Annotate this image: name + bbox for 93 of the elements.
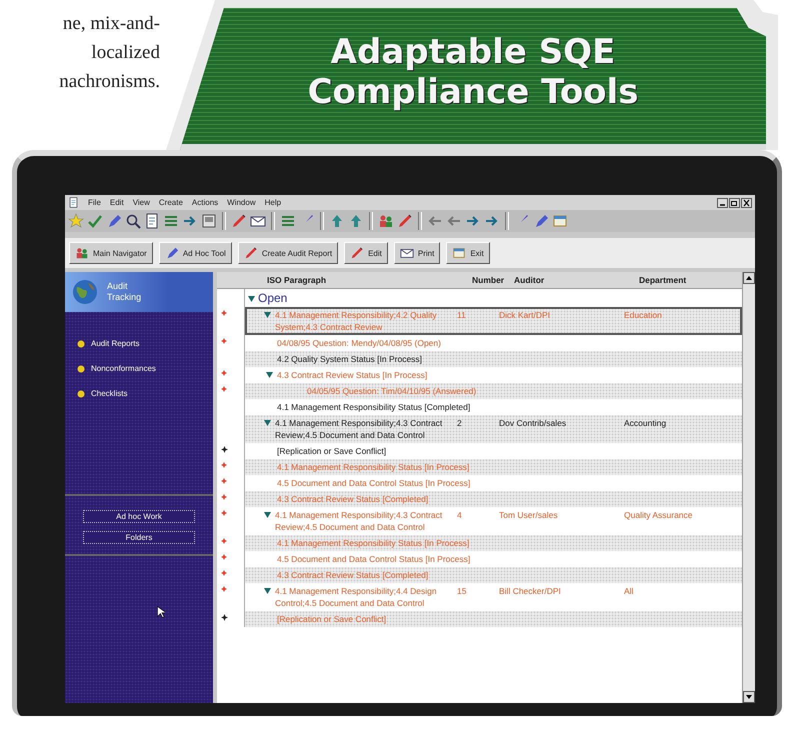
document-icon[interactable] xyxy=(68,197,79,208)
response-entry: 4.3 Contract Review Status [Completed] xyxy=(277,493,428,505)
toolbar-button[interactable]: Main Navigator xyxy=(69,242,153,264)
response-entry: 4.1 Management Responsibility Status [In Process] xyxy=(277,461,470,473)
pencil-icon xyxy=(350,246,364,260)
bullet-icon xyxy=(77,340,85,348)
bullet-icon xyxy=(77,364,85,372)
department-name: Accounting xyxy=(624,417,668,430)
article-text: nachronisms. xyxy=(58,70,160,93)
toolbar-button[interactable]: Ad Hoc Tool xyxy=(158,242,232,264)
scroll-down-icon[interactable] xyxy=(743,691,755,703)
restore-icon[interactable] xyxy=(729,198,740,208)
up-arrow-icon[interactable] xyxy=(348,213,364,229)
people-icon[interactable] xyxy=(378,213,394,229)
nav-item[interactable]: Nonconformances xyxy=(75,363,203,374)
response-entry: 4.5 Document and Data Control Status [In Process] xyxy=(277,477,470,489)
column-header[interactable]: Number xyxy=(472,275,514,285)
toolbar-button[interactable]: Exit xyxy=(446,242,490,264)
pencil-icon xyxy=(244,246,258,260)
bullet-icon xyxy=(77,390,85,398)
column-header[interactable]: ISO Paragraph xyxy=(267,275,472,285)
search-icon[interactable] xyxy=(125,213,141,229)
pen-icon[interactable] xyxy=(533,213,549,229)
menu-item[interactable]: View xyxy=(132,198,150,207)
document-title: 4.1 Management Responsibility;4.4 Design Control;4.5 Document and Data Control xyxy=(274,585,438,609)
pencil-icon[interactable] xyxy=(397,213,413,229)
sidebar-button[interactable]: Ad hoc Work xyxy=(83,510,195,523)
people-icon xyxy=(75,246,89,260)
menu-item[interactable]: Actions xyxy=(192,198,218,207)
expanded-triangle-icon[interactable] xyxy=(265,371,274,379)
document-number: 11 xyxy=(457,309,467,322)
department-name: All xyxy=(624,585,634,598)
department-name: Education xyxy=(624,309,663,322)
expanded-triangle-icon[interactable] xyxy=(263,419,272,427)
star-icon[interactable] xyxy=(68,213,84,229)
menu-item[interactable]: Help xyxy=(264,198,282,207)
expanded-triangle-icon[interactable] xyxy=(263,587,272,595)
auditor-name: Bill Checker/DPI xyxy=(499,585,562,598)
document-number: 4 xyxy=(457,509,463,522)
column-header[interactable]: Department xyxy=(639,275,742,285)
close-icon[interactable] xyxy=(741,198,752,208)
document-title: 4.1 Management Responsibility;4.3 Contract Review;4.5 Document and Data Control xyxy=(274,509,444,533)
nav-item[interactable]: Audit Reports xyxy=(75,338,203,349)
auditor-name: Tom User/sales xyxy=(499,509,559,522)
expanded-triangle-icon[interactable] xyxy=(263,511,272,519)
document-title: 4.1 Management Responsibility;4.3 Contract Review;4.5 Document and Data Control xyxy=(274,417,444,441)
menu-item[interactable]: File xyxy=(88,198,101,207)
toolbar-button[interactable]: Edit xyxy=(344,242,388,264)
response-entry: 04/05/95 Question: Tim/04/10/95 (Answered) xyxy=(307,385,476,397)
document-number: 15 xyxy=(457,585,468,598)
article-text: ne, mix-and- xyxy=(62,12,160,35)
response-entry: 04/08/95 Question: Mendy/04/08/95 (Open) xyxy=(277,337,441,349)
response-entry: 4.2 Quality System Status [In Process] xyxy=(277,353,422,365)
up-arrow-icon[interactable] xyxy=(329,213,345,229)
response-entry: 4.3 Contract Review Status [Completed] xyxy=(277,569,428,581)
response-entry: 4.1 Management Responsibility Status [In Process] xyxy=(277,537,470,549)
auditor-name: Dov Contrib/sales xyxy=(499,417,568,430)
response-entry: [Replication or Save Conflict] xyxy=(277,445,386,457)
menu-item[interactable]: Edit xyxy=(110,198,124,207)
minimize-icon[interactable] xyxy=(717,198,728,208)
window-icon[interactable] xyxy=(552,213,568,229)
toolbar-button[interactable]: Create Audit Report xyxy=(238,242,338,264)
sidebar-button[interactable]: Folders xyxy=(83,531,195,544)
menu-item[interactable]: Create xyxy=(158,198,183,207)
menu-item[interactable]: Window xyxy=(227,198,256,207)
department-name: Quality Assurance xyxy=(624,509,694,522)
expanded-triangle-icon[interactable] xyxy=(263,311,272,319)
checkmark-icon[interactable] xyxy=(87,213,103,229)
response-entry: [Replication or Save Conflict] xyxy=(277,613,386,625)
globe-icon xyxy=(71,278,99,306)
window-icon xyxy=(452,246,466,260)
document-icon[interactable] xyxy=(144,213,160,229)
envelope-icon xyxy=(400,246,414,260)
expanded-triangle-icon[interactable] xyxy=(247,295,256,303)
category-label[interactable]: Open xyxy=(258,291,288,305)
auditor-name: Dick Kart/DPI xyxy=(499,309,552,322)
pen-icon[interactable] xyxy=(106,213,122,229)
banner-title: Adaptable SQE xyxy=(330,32,616,72)
page-icon[interactable] xyxy=(201,213,217,229)
article-text: localized xyxy=(90,41,160,64)
response-entry: 4.3 Contract Review Status [In Process] xyxy=(277,369,428,381)
document-title: 4.1 Management Responsibility;4.2 Quality System;4.3 Contract Review xyxy=(274,309,438,333)
nav-item[interactable]: Checklists xyxy=(75,388,203,399)
toolbar-button[interactable]: Print xyxy=(394,242,440,264)
document-number: 2 xyxy=(457,417,463,430)
response-entry: 4.5 Document and Data Control Status [In Process] xyxy=(277,553,470,565)
response-entry: 4.1 Management Responsibility Status [Completed] xyxy=(277,401,470,413)
column-header[interactable]: Auditor xyxy=(514,275,639,285)
list-icon[interactable] xyxy=(280,213,296,229)
sidebar-title: Audit Tracking xyxy=(107,281,142,303)
scroll-up-icon[interactable] xyxy=(743,272,755,284)
cursor-icon xyxy=(157,606,165,618)
banner-title: Compliance Tools xyxy=(308,72,638,112)
